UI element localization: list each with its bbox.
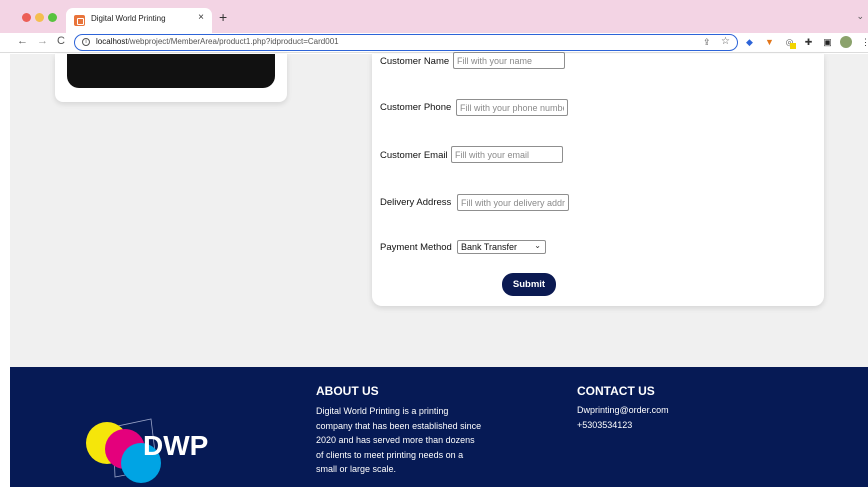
tab-title: Digital World Printing [91, 14, 166, 23]
extension-icon[interactable]: ◆ [744, 37, 755, 48]
menu-icon[interactable]: ⋮ [860, 37, 868, 48]
back-icon[interactable]: ← [17, 35, 28, 47]
about-us-heading: ABOUT US [316, 384, 379, 398]
reload-icon[interactable]: C [57, 35, 65, 47]
about-us-text: Digital World Printing is a printing com… [316, 404, 512, 477]
url-path: /webproject/MemberArea/product1.php?idpr… [127, 37, 339, 46]
extension-badge-icon[interactable]: ◎ [784, 37, 796, 49]
info-icon[interactable]: i [82, 38, 90, 46]
url-text[interactable]: localhost/webproject/MemberArea/product1… [96, 37, 339, 46]
url-host: localhost [96, 37, 128, 46]
tab-strip: Digital World Printing × + ⌄ [0, 0, 868, 33]
fox-icon[interactable]: ▼ [764, 37, 775, 48]
payment-method-label: Payment Method [380, 242, 452, 253]
share-icon[interactable]: ⇪ [703, 37, 711, 48]
customer-phone-label: Customer Phone [380, 102, 452, 113]
contact-email[interactable]: Dwprinting@order.com [577, 405, 669, 415]
about-line: small or large scale. [316, 464, 397, 474]
product-card [55, 54, 287, 102]
delivery-address-input[interactable] [457, 194, 569, 211]
delivery-address-label: Delivery Address [380, 197, 452, 208]
browser-tab[interactable]: Digital World Printing × [66, 8, 212, 33]
favicon-icon [74, 15, 85, 26]
minimize-window-button[interactable] [35, 13, 44, 22]
payment-method-value: Bank Transfer [461, 242, 518, 252]
puzzle-icon[interactable]: ✚ [803, 37, 814, 48]
close-window-button[interactable] [22, 13, 31, 22]
customer-name-input[interactable] [453, 52, 565, 69]
sidebar-icon[interactable]: ▣ [822, 37, 833, 48]
customer-email-input[interactable] [451, 146, 563, 163]
logo-text: DWP [143, 430, 208, 461]
customer-email-label: Customer Email [380, 150, 448, 161]
tab-search-icon[interactable]: ⌄ [856, 11, 864, 22]
footer: DWP ABOUT US Digital World Printing is a… [10, 367, 868, 487]
submit-button[interactable]: Submit [502, 273, 556, 296]
about-line: of clients to meet printing needs on a [316, 449, 464, 460]
about-line: company that has been established since [316, 420, 482, 431]
contact-us-heading: CONTACT US [577, 384, 655, 398]
contact-phone: +5303534123 [577, 420, 633, 430]
address-bar[interactable]: i localhost/webproject/MemberArea/produc… [74, 34, 738, 51]
payment-method-select[interactable]: Bank Transfer ⌄ [457, 240, 546, 254]
about-line: Digital World Printing is a printing [316, 406, 449, 416]
chevron-down-icon: ⌄ [534, 241, 541, 250]
dwp-logo: DWP [86, 418, 208, 483]
page-content: Customer Name Customer Phone Customer Em… [10, 52, 868, 487]
avatar[interactable] [840, 36, 852, 48]
tab-close-icon[interactable]: × [198, 12, 204, 23]
browser-toolbar: ← → C i localhost/webproject/MemberArea/… [0, 33, 868, 53]
forward-icon[interactable]: → [37, 35, 48, 47]
order-form: Customer Name Customer Phone Customer Em… [372, 52, 824, 306]
product-image [67, 54, 275, 88]
star-icon[interactable]: ☆ [721, 36, 730, 47]
about-line: 2020 and has served more than dozens [316, 435, 475, 445]
new-tab-button[interactable]: + [219, 9, 227, 25]
customer-phone-input[interactable] [456, 99, 568, 116]
customer-name-label: Customer Name [380, 56, 450, 67]
maximize-window-button[interactable] [48, 13, 57, 22]
